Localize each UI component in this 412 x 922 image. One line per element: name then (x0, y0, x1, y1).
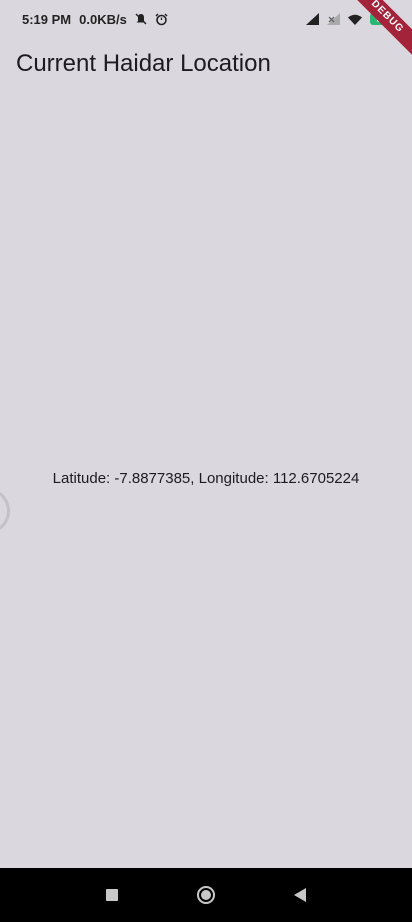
signal-off-icon (327, 13, 340, 25)
back-icon (294, 888, 306, 902)
location-coordinates: Latitude: -7.8877385, Longitude: 112.670… (52, 469, 360, 487)
back-button[interactable] (286, 881, 314, 909)
recents-button[interactable] (98, 881, 126, 909)
alarm-icon (155, 12, 168, 26)
mute-icon (135, 13, 147, 25)
home-icon (197, 886, 215, 904)
page-title: Current Haidar Location (16, 50, 271, 77)
app-screen: 5:19 PM 0.0KB/s 69 DEBUG Current Haidar … (0, 0, 412, 922)
signal-icon (306, 13, 319, 25)
status-left: 5:19 PM 0.0KB/s (22, 12, 168, 27)
status-time: 5:19 PM (22, 11, 72, 27)
main-content: Latitude: -7.8877385, Longitude: 112.670… (0, 90, 412, 868)
app-bar: Current Haidar Location (0, 38, 412, 90)
navigation-bar (0, 868, 412, 922)
status-bar: 5:19 PM 0.0KB/s 69 (0, 0, 412, 38)
network-speed: 0.0KB/s (79, 11, 127, 27)
home-button[interactable] (192, 881, 220, 909)
recents-icon (106, 889, 118, 901)
wifi-icon (348, 14, 362, 25)
